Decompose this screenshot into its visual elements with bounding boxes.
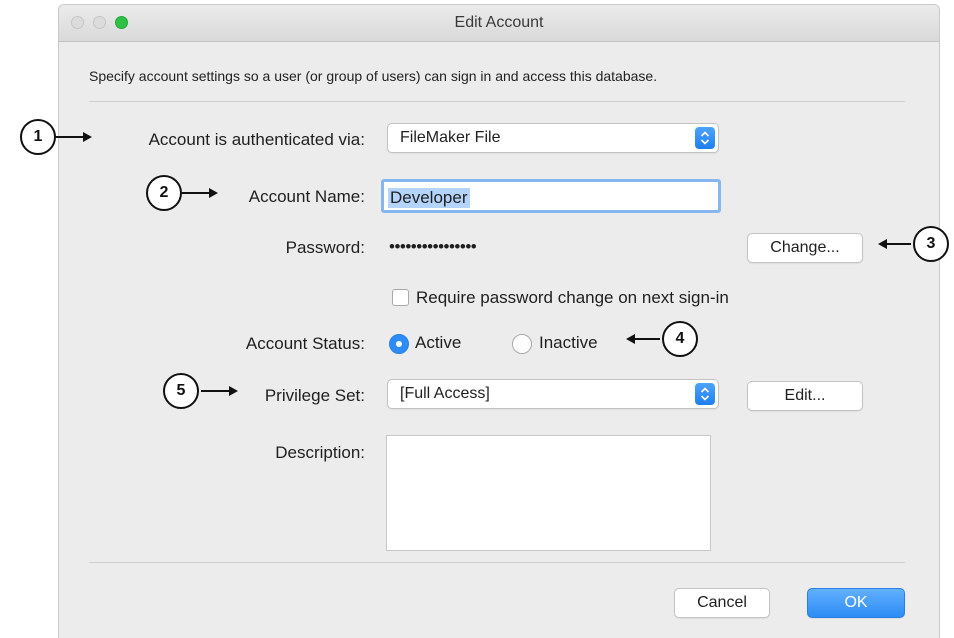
callout-5: 5 xyxy=(163,373,199,409)
callout-3: 3 xyxy=(913,226,949,262)
callout-2: 2 xyxy=(146,175,182,211)
callout-arrows xyxy=(56,132,911,396)
callout-1: 1 xyxy=(20,119,56,155)
callout-4: 4 xyxy=(662,321,698,357)
